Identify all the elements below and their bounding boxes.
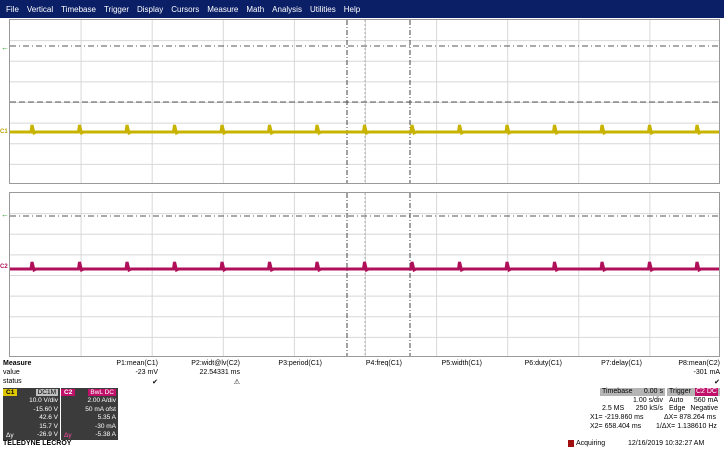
trigger-mode-row: Auto 560 mA: [667, 397, 720, 404]
menu-math[interactable]: Math: [246, 5, 264, 14]
c2-ground-marker[interactable]: C2: [0, 264, 8, 270]
cursor-x2: X2= 658.404 ms: [590, 423, 642, 430]
menu-display[interactable]: Display: [137, 5, 163, 14]
cursor-dx: ΔX= 878.264 ms: [664, 414, 716, 421]
date-time: 12/16/2019 10:32:27 AM: [628, 440, 705, 447]
trigger-level: 560 mA: [693, 397, 718, 404]
p6-name[interactable]: P6:duty(C1): [472, 360, 562, 367]
measure-title: Measure: [3, 360, 32, 367]
trigger-mode: Auto: [669, 397, 684, 404]
menu-cursors[interactable]: Cursors: [171, 5, 199, 14]
c1-box-label: C1: [3, 389, 18, 396]
timebase-title: Timebase: [602, 388, 633, 395]
acquisition-status: Acquiring: [576, 440, 606, 447]
menu-utilities[interactable]: Utilities: [310, 5, 336, 14]
timebase-samples: 2.5 MS: [602, 405, 625, 412]
timebase-trigger-box[interactable]: Timebase 0.00 s Trigger C2 DC 1.00 s/div…: [600, 388, 720, 414]
trigger-title: Trigger: [669, 388, 691, 395]
timebase-sampling: 2.5 MS 250 kS/s: [600, 405, 665, 412]
p8-name[interactable]: P8:mean(C2): [630, 360, 720, 367]
p1-name[interactable]: P1:mean(C1): [68, 360, 158, 367]
c1-cursor: 15.7 V: [39, 422, 58, 430]
trigger-type-row: Edge Negative: [667, 405, 720, 412]
p2-value: 22.54331 ms: [199, 369, 240, 376]
timebase-rate: 250 kS/s: [635, 405, 663, 412]
c1-ground-marker[interactable]: C1: [0, 129, 8, 135]
c2-box-label: C2: [61, 389, 76, 396]
trigger-channel: C2 DC: [694, 388, 718, 396]
timebase-tdiv: 1.00 s/div: [633, 397, 663, 404]
c1-waveform: [10, 124, 719, 136]
menu-vertical[interactable]: Vertical: [27, 5, 53, 14]
c1-descriptor-box[interactable]: C1 DC1M 10.0 V/div -15.60 V 42.6 V 15.7 …: [3, 388, 60, 440]
menu-bar: File Vertical Timebase Trigger Display C…: [0, 0, 724, 18]
menu-help[interactable]: Help: [344, 5, 360, 14]
c1-offset: -15.60 V: [33, 405, 58, 413]
p8-status: ✔: [714, 379, 720, 386]
menu-timebase[interactable]: Timebase: [61, 5, 96, 14]
p4-name[interactable]: P4:freq(C1): [312, 360, 402, 367]
c2-waveform: [10, 261, 719, 273]
p7-name[interactable]: P7:delay(C1): [552, 360, 642, 367]
menu-analysis[interactable]: Analysis: [272, 5, 302, 14]
c2-descriptor-box[interactable]: C2 BwL DC 2.00 A/div 50 mA ofst 5.35 A -…: [61, 388, 118, 440]
cursor-inv-dx: 1/ΔX= 1.138610 Hz: [656, 423, 717, 430]
cursor-x1: X1= -219.860 ms: [590, 414, 644, 421]
c2-coupling: BwL DC: [88, 389, 116, 396]
c1-arrow-icon: ←: [1, 43, 9, 52]
measure-row-value: value: [3, 369, 20, 376]
waveform-grid-c1[interactable]: [9, 19, 720, 184]
c1-trace-svg: [10, 20, 719, 183]
p2-name[interactable]: P2:widt@lv(C2): [150, 360, 240, 367]
timebase-offset: 0.00 s: [643, 388, 663, 395]
menu-trigger[interactable]: Trigger: [104, 5, 129, 14]
measure-table: Measure value status P1:mean(C1) -23 mV …: [0, 360, 724, 388]
c2-arrow-icon: ←: [1, 210, 9, 219]
c1-max: 42.6 V: [39, 414, 58, 421]
c2-trace-svg: [10, 193, 719, 356]
p2-status: ⚠: [233, 379, 240, 386]
p1-value: -23 mV: [135, 369, 158, 376]
c2-cursor: -30 mA: [95, 422, 116, 430]
timebase-header: Timebase 0.00 s: [600, 388, 665, 396]
trigger-slope: Negative: [690, 405, 718, 412]
c1-coupling: DC1M: [35, 389, 58, 396]
menu-measure[interactable]: Measure: [207, 5, 238, 14]
waveform-grid-c2[interactable]: [9, 192, 720, 357]
c1-vdiv: 10.0 V/div: [29, 397, 58, 404]
trigger-type: Edge: [669, 405, 686, 412]
c2-max: 5.35 A: [97, 414, 116, 421]
p8-value: -301 mA: [693, 369, 720, 376]
brand-logo: TELEDYNE LECROY: [3, 440, 72, 447]
trigger-header: Trigger C2 DC: [667, 388, 720, 396]
p1-status: ✔: [152, 379, 158, 386]
c2-offset: 50 mA ofst: [85, 405, 116, 413]
menu-file[interactable]: File: [6, 5, 19, 14]
c2-adiv: 2.00 A/div: [87, 397, 116, 404]
measure-row-status: status: [3, 378, 22, 385]
p3-name[interactable]: P3:period(C1): [232, 360, 322, 367]
acquiring-indicator-icon: [568, 440, 574, 447]
p5-name[interactable]: P5:width(C1): [392, 360, 482, 367]
status-footer: TELEDYNE LECROY Acquiring 12/16/2019 10:…: [0, 438, 724, 450]
